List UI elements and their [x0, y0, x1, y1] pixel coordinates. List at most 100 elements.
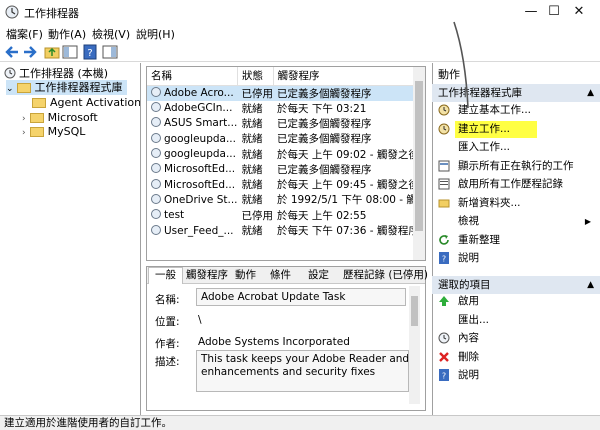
- task-name: OneDrive St...: [164, 193, 238, 206]
- tree-library-label: 工作排程器程式庫: [34, 81, 123, 94]
- column-trigger[interactable]: 觸發程序: [273, 67, 425, 86]
- chevron-right-icon[interactable]: ›: [22, 114, 26, 124]
- action-item[interactable]: 建立工作...: [433, 120, 599, 138]
- tree-item-agent[interactable]: Agent Activation Run: [32, 95, 140, 110]
- forward-arrow-icon[interactable]: [22, 44, 38, 60]
- action-item[interactable]: 顯示所有正在執行的工作: [433, 158, 599, 175]
- action-item[interactable]: 啟用: [433, 293, 599, 310]
- chevron-right-icon[interactable]: ›: [22, 128, 26, 138]
- table-row[interactable]: test 已停用 於每天 上午 02:55: [147, 208, 425, 223]
- menu-file[interactable]: 檔案(F): [6, 26, 43, 42]
- table-row[interactable]: User_Feed_... 就緒 於每天 下午 07:36 - 觸發程序將於 203…: [147, 223, 425, 238]
- section-label: 選取的項目: [438, 279, 491, 291]
- tab-actions[interactable]: 動作: [235, 268, 256, 283]
- column-status[interactable]: 狀態: [237, 67, 274, 86]
- status-bar: 建立適用於進階使用者的自訂工作。: [0, 415, 600, 430]
- menu-help[interactable]: 說明(H): [136, 26, 175, 42]
- task-clock-icon: [151, 102, 161, 113]
- action-label: 啟用: [458, 295, 479, 307]
- table-row[interactable]: AdobeGCIn... 就緒 於每天 下午 03:21: [147, 101, 425, 116]
- action-item[interactable]: ? 說明: [433, 367, 599, 384]
- task-status: 就緒: [241, 148, 263, 161]
- task-trigger: 已定義多個觸發程序: [277, 87, 372, 100]
- show-hide-tree-icon[interactable]: [62, 44, 78, 60]
- action-item[interactable]: 新增資料夾...: [433, 195, 599, 212]
- task-status: 就緒: [241, 133, 263, 146]
- action-label: 新增資料夾...: [458, 196, 521, 209]
- description-field[interactable]: This task keeps your Adobe Reader and Ac…: [196, 350, 409, 392]
- action-label: 說明: [458, 252, 479, 264]
- table-row[interactable]: googleupda... 就緒 於每天 上午 09:02 - 觸發之後，每 1 小: [147, 146, 425, 161]
- action-item[interactable]: 內容: [433, 330, 599, 347]
- action-item[interactable]: 啟用所有工作歷程記錄: [433, 176, 599, 193]
- close-button[interactable]: ✕: [556, 0, 600, 24]
- detail-scrollbar[interactable]: [409, 286, 420, 404]
- task-name-cell: ASUS Smart...: [147, 116, 238, 131]
- show-actions-pane-icon[interactable]: [102, 44, 118, 60]
- table-row[interactable]: googleupda... 就緒 已定義多個觸發程序: [147, 131, 425, 146]
- task-trigger: 於每天 下午 03:21: [277, 102, 367, 115]
- chevron-down-icon[interactable]: ⌄: [6, 84, 14, 94]
- tree-item-mysql[interactable]: › MySQL: [22, 124, 85, 139]
- table-row[interactable]: MicrosoftEd... 就緒 已定義多個觸發程序: [147, 162, 425, 177]
- title-bar: 工作排程器 — ☐ ✕: [0, 0, 600, 24]
- tree-item-microsoft[interactable]: › Microsoft: [22, 110, 98, 125]
- task-clock-icon: [151, 132, 161, 143]
- table-header: 名稱 狀態 觸發程序: [147, 67, 425, 86]
- help-book-icon[interactable]: ?: [82, 44, 98, 60]
- action-label: 刪除: [458, 350, 479, 363]
- task-status: 已停用: [241, 87, 274, 100]
- svg-text:?: ?: [442, 372, 446, 381]
- tree-root-local[interactable]: 工作排程器 (本機): [4, 66, 108, 81]
- task-name-cell: Adobe Acro...: [147, 85, 238, 101]
- up-folder-icon[interactable]: [44, 44, 60, 60]
- menu-action[interactable]: 動作(A): [48, 26, 86, 42]
- table-row[interactable]: OneDrive St...就緒 於 1992/5/1 下午 08:00 - 觸發…: [147, 192, 425, 207]
- tab-settings[interactable]: 設定: [308, 268, 329, 283]
- task-list-scrollbar[interactable]: [413, 67, 425, 260]
- task-clock-icon: [151, 148, 161, 159]
- table-row[interactable]: ASUS Smart... 就緒 已定義多個觸發程序: [147, 116, 425, 131]
- scroll-thumb[interactable]: [411, 296, 418, 326]
- collapse-up-icon[interactable]: ▲: [587, 276, 594, 294]
- tree-item-library[interactable]: ⌄ 工作排程器程式庫: [6, 80, 127, 95]
- action-item[interactable]: 刪除: [433, 349, 599, 366]
- collapse-up-icon[interactable]: ▲: [587, 84, 594, 102]
- location-label: 位置:: [155, 316, 180, 328]
- action-item[interactable]: 匯出...: [433, 312, 599, 329]
- task-trigger: 於每天 上午 02:55: [277, 209, 367, 222]
- task-clock-icon: [151, 193, 161, 204]
- menu-bar: 檔案(F) 動作(A) 檢視(V) 說明(H): [0, 24, 600, 42]
- action-label: 重新整理: [458, 233, 500, 246]
- action-item[interactable]: 匯入工作...: [433, 139, 599, 156]
- task-rows: Adobe Acro... 已停用 已定義多個觸發程序 AdobeGCIn... 就緒於…: [147, 85, 425, 238]
- task-name-cell: MicrosoftEd...: [147, 162, 238, 177]
- action-item[interactable]: 檢視 ▶: [433, 213, 599, 230]
- table-row[interactable]: Adobe Acro... 已停用 已定義多個觸發程序: [147, 85, 425, 101]
- action-item[interactable]: ? 說明: [433, 250, 599, 267]
- task-status: 就緒: [241, 179, 263, 192]
- scroll-thumb[interactable]: [415, 81, 423, 231]
- back-arrow-icon[interactable]: [4, 44, 20, 60]
- name-field[interactable]: Adobe Acrobat Update Task: [196, 288, 406, 306]
- folder-icon: [16, 83, 31, 93]
- running-icon: [438, 160, 450, 171]
- tab-history[interactable]: 歷程記錄 (已停用): [343, 268, 428, 283]
- location-value: \: [198, 314, 202, 326]
- menu-view[interactable]: 檢視(V): [92, 26, 130, 42]
- action-item[interactable]: 重新整理: [433, 232, 599, 249]
- column-name[interactable]: 名稱: [147, 67, 239, 86]
- table-row[interactable]: MicrosoftEd... 就緒 於每天 上午 09:45 - 觸發之後，每 1 …: [147, 177, 425, 192]
- tab-general[interactable]: 一般: [148, 267, 183, 284]
- task-trigger: 已定義多個觸發程序: [277, 117, 372, 130]
- tab-conditions[interactable]: 條件: [270, 268, 291, 283]
- author-value: Adobe Systems Incorporated: [198, 336, 350, 348]
- clock-icon: [4, 67, 16, 79]
- actions-section-selected[interactable]: 選取的項目 ▲: [432, 276, 600, 294]
- task-name-cell: test: [147, 208, 238, 223]
- folder-icon: [32, 98, 46, 108]
- task-status: 已停用: [241, 209, 274, 222]
- description-label: 描述:: [155, 356, 180, 368]
- task-name: User_Feed_...: [164, 224, 234, 237]
- tab-triggers[interactable]: 觸發程序: [186, 268, 228, 283]
